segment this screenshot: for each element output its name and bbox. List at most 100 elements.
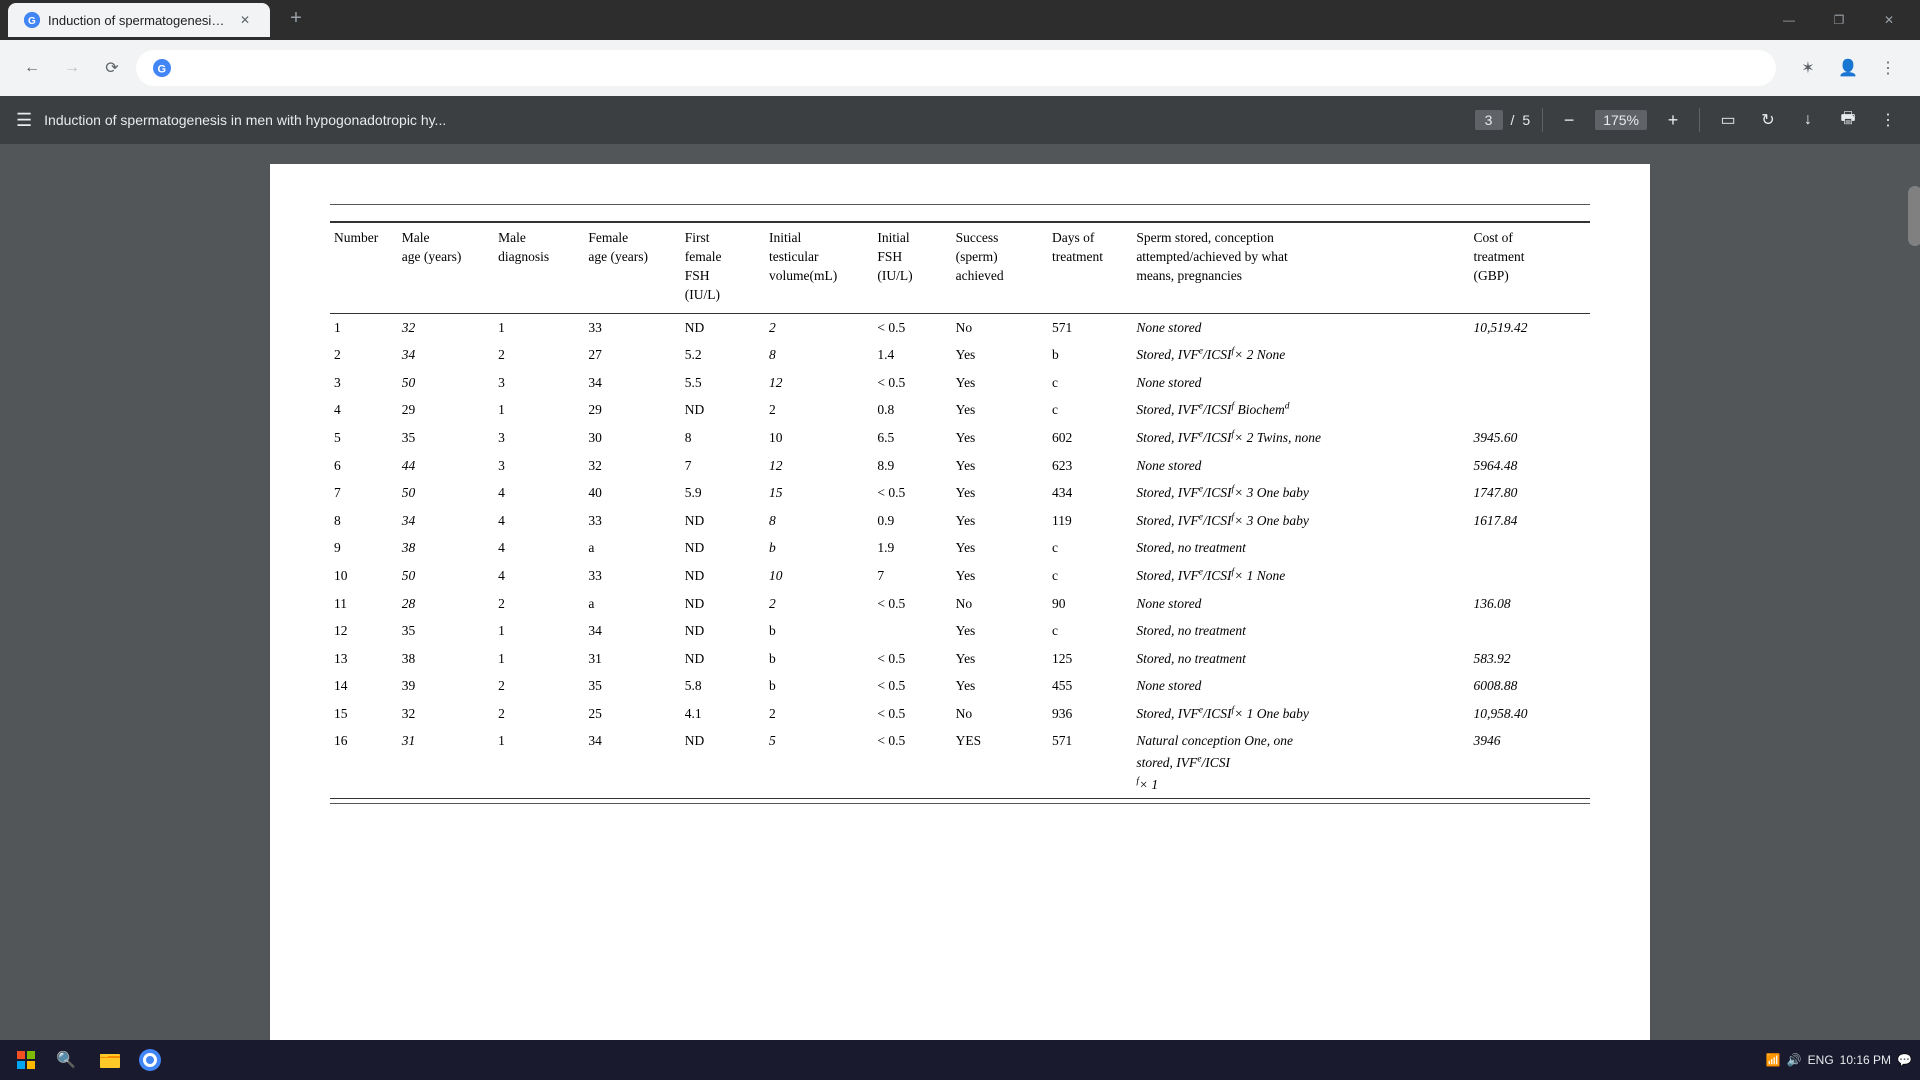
table-cell: 12 (765, 369, 873, 397)
table-cell: 5.5 (681, 369, 765, 397)
table-cell: ND (681, 562, 765, 590)
minimize-button[interactable]: — (1766, 4, 1812, 36)
search-button[interactable]: 🔍 (48, 1042, 84, 1078)
table-cell: 4 (330, 396, 398, 424)
table-cell: < 0.5 (873, 590, 951, 618)
col-header-male-age: Maleage (years) (398, 222, 494, 313)
table-cell-sperm: Stored, no treatment (1132, 645, 1469, 673)
menu-button[interactable]: ⋮ (1872, 52, 1904, 84)
start-button[interactable] (8, 1042, 44, 1078)
zoom-out-button[interactable]: − (1555, 106, 1583, 134)
zoom-level: 175% (1595, 110, 1647, 130)
new-tab-button[interactable]: + (282, 4, 310, 32)
page-number-input[interactable] (1475, 110, 1503, 130)
tab-close-button[interactable]: ✕ (236, 11, 254, 29)
table-cell: 15 (330, 700, 398, 728)
col-header-first-fsh: FirstfemaleFSH(IU/L) (681, 222, 765, 313)
back-button[interactable]: ← (16, 52, 48, 84)
table-cell: 119 (1048, 507, 1132, 535)
taskbar-lang: ENG (1808, 1053, 1834, 1067)
fit-page-button[interactable]: ▭ (1712, 104, 1744, 136)
table-cell: 4.1 (681, 700, 765, 728)
table-cell: 136.08 (1470, 590, 1590, 618)
rotate-button[interactable]: ↻ (1752, 104, 1784, 136)
table-cell: ND (681, 645, 765, 673)
table-row: 5353308106.5Yes602Stored, IVFe/ICSIf× 2 … (330, 424, 1590, 452)
table-cell: b (1048, 341, 1132, 369)
table-cell: 31 (584, 645, 680, 673)
pdf-content-area[interactable]: Number Maleage (years) Malediagnosis Fem… (0, 144, 1920, 1080)
tab-title: Induction of spermatogenesis in... (48, 13, 228, 28)
table-cell: < 0.5 (873, 645, 951, 673)
table-cell: 3945.60 (1470, 424, 1590, 452)
table-cell-sperm: Stored, IVFe/ICSIf× 3 One baby (1132, 479, 1469, 507)
table-cell: 623 (1048, 452, 1132, 480)
col-header-days: Days oftreatment (1048, 222, 1132, 313)
table-cell: 3 (330, 369, 398, 397)
taskbar-app-explorer[interactable] (92, 1042, 128, 1078)
table-cell: 6 (330, 452, 398, 480)
table-cell: 33 (584, 562, 680, 590)
table-cell-sperm: None stored (1132, 369, 1469, 397)
table-cell: Yes (952, 562, 1048, 590)
toolbar-divider-2 (1699, 108, 1700, 132)
print-button[interactable]: 🖶 (1832, 104, 1864, 136)
table-cell: Yes (952, 672, 1048, 700)
page-total: 5 (1522, 112, 1530, 128)
table-cell: 31 (398, 727, 494, 798)
pdf-toolbar: ☰ Induction of spermatogenesis in men wi… (0, 96, 1920, 144)
data-table: Number Maleage (years) Malediagnosis Fem… (330, 221, 1590, 799)
taskbar-notification-icon[interactable]: 💬 (1897, 1053, 1912, 1067)
more-options-button[interactable]: ⋮ (1872, 104, 1904, 136)
table-cell: 33 (584, 507, 680, 535)
google-logo-icon: G (152, 58, 172, 78)
table-cell: 44 (398, 452, 494, 480)
table-cell: 39 (398, 672, 494, 700)
forward-button[interactable]: → (56, 52, 88, 84)
scrollbar[interactable] (1906, 182, 1920, 1040)
address-bar[interactable]: G (136, 50, 1776, 86)
download-button[interactable]: ↓ (1792, 104, 1824, 136)
extensions-button[interactable]: ✶ (1792, 52, 1824, 84)
taskbar-apps (92, 1042, 168, 1078)
table-header-row: Number Maleage (years) Malediagnosis Fem… (330, 222, 1590, 313)
zoom-in-button[interactable]: + (1659, 106, 1687, 134)
table-cell: No (952, 700, 1048, 728)
table-cell-sperm: Stored, IVFe/ICSIf× 1 None (1132, 562, 1469, 590)
table-cell: 1 (494, 313, 584, 341)
scrollbar-thumb[interactable] (1908, 186, 1920, 246)
table-cell: 2 (765, 313, 873, 341)
table-cell-sperm: Stored, IVFe/ICSIf× 2 Twins, none (1132, 424, 1469, 452)
table-cell-sperm: None stored (1132, 452, 1469, 480)
table-cell: 602 (1048, 424, 1132, 452)
table-cell: ND (681, 396, 765, 424)
table-cell: Yes (952, 617, 1048, 645)
table-cell: ND (681, 617, 765, 645)
col-header-success: Success(sperm)achieved (952, 222, 1048, 313)
table-cell: ND (681, 534, 765, 562)
close-button[interactable]: ✕ (1866, 4, 1912, 36)
reload-button[interactable]: ⟳ (96, 52, 128, 84)
table-cell: 7 (681, 452, 765, 480)
profile-button[interactable]: 👤 (1832, 52, 1864, 84)
table-cell: 4 (494, 562, 584, 590)
table-row: 132133ND2< 0.5No571None stored10,519.42 (330, 313, 1590, 341)
table-cell: 2 (765, 590, 873, 618)
table-cell: 34 (584, 617, 680, 645)
table-cell: c (1048, 617, 1132, 645)
svg-text:G: G (158, 64, 167, 76)
table-cell: 4 (494, 479, 584, 507)
active-tab[interactable]: G Induction of spermatogenesis in... ✕ (8, 3, 270, 37)
maximize-button[interactable]: ❐ (1816, 4, 1862, 36)
table-row: 6443327128.9Yes623None stored5964.48 (330, 452, 1590, 480)
table-cell: 8 (765, 341, 873, 369)
table-cell: < 0.5 (873, 727, 951, 798)
table-cell: 3946 (1470, 727, 1590, 798)
taskbar-app-chrome[interactable] (132, 1042, 168, 1078)
table-cell: 35 (584, 672, 680, 700)
page-separator: / (1511, 112, 1515, 128)
sidebar-toggle-button[interactable]: ☰ (16, 110, 32, 131)
table-cell: 34 (584, 727, 680, 798)
col-header-female-age: Femaleage (years) (584, 222, 680, 313)
table-cell: 12 (765, 452, 873, 480)
